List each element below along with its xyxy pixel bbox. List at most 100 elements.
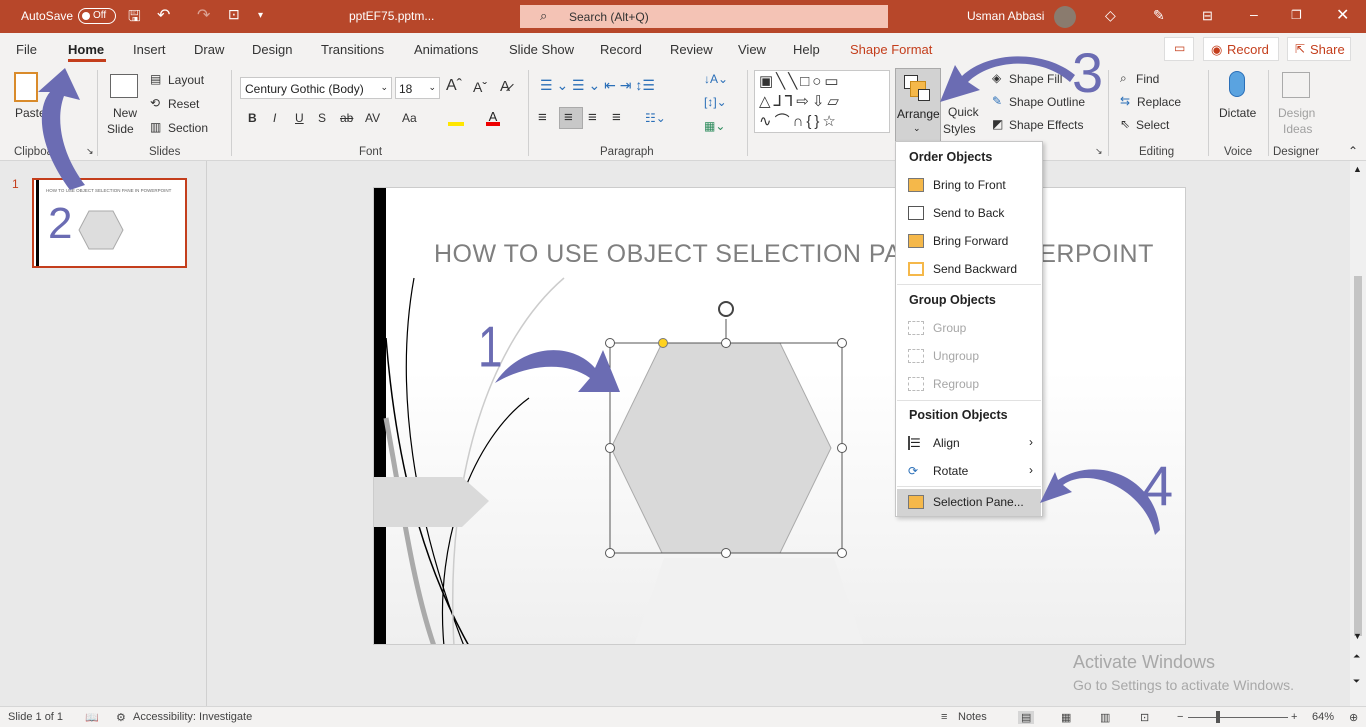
clipboard-launcher-icon[interactable]: ↘ — [86, 146, 94, 157]
new-slide-icon[interactable] — [110, 74, 138, 98]
shape-outline-button[interactable]: Shape Outline — [1009, 95, 1085, 109]
diamond-icon[interactable]: ◇ — [1105, 7, 1116, 24]
menu-item-align[interactable]: ☰ Align › — [897, 430, 1041, 456]
section-button[interactable]: Section — [168, 121, 208, 135]
menu-item-selection-pane[interactable]: Selection Pane... — [897, 489, 1041, 516]
menu-item-rotate[interactable]: ⟳ Rotate › — [897, 458, 1041, 484]
tab-insert[interactable]: Insert — [133, 42, 166, 57]
italic-button[interactable]: I — [273, 111, 276, 125]
slideshow-icon[interactable]: ⊡ — [1140, 711, 1149, 724]
bold-button[interactable]: B — [248, 111, 257, 125]
increase-font-icon[interactable]: Aˆ — [446, 77, 462, 95]
slide-canvas[interactable]: HOW TO USE OBJECT SELECTION PANE IN POWE… — [373, 187, 1186, 645]
paste-button[interactable]: Paste — [15, 106, 46, 120]
notes-icon[interactable]: ≡ — [941, 711, 947, 723]
tab-transitions[interactable]: Transitions — [321, 42, 384, 57]
customize-qat-icon[interactable]: ▾ — [258, 10, 263, 21]
replace-button[interactable]: Replace — [1137, 95, 1181, 109]
vertical-scrollbar[interactable]: ▲ ▼ ⏶ ⏷ — [1350, 161, 1366, 706]
zoom-slider-thumb[interactable] — [1216, 711, 1220, 723]
slide-thumbnail[interactable]: HOW TO USE OBJECT SELECTION PANE IN POWE… — [32, 178, 187, 268]
quick-styles-label-2[interactable]: Styles — [943, 122, 976, 136]
microphone-icon[interactable] — [1229, 71, 1245, 97]
tab-review[interactable]: Review — [670, 42, 713, 57]
menu-item-bring-to-front[interactable]: Bring to Front — [897, 172, 1041, 198]
collapse-ribbon-icon[interactable]: ⌃ — [1348, 144, 1358, 158]
font-color-icon[interactable]: A — [486, 109, 500, 126]
minimize-icon[interactable]: – — [1250, 6, 1258, 22]
underline-button[interactable]: U — [295, 111, 304, 125]
zoom-in-button[interactable]: + — [1291, 711, 1297, 723]
save-icon[interactable]: 🖫 — [128, 6, 141, 31]
change-case-button[interactable]: Aa — [402, 111, 417, 125]
slide-sorter-icon[interactable]: ▦ — [1061, 711, 1071, 724]
zoom-out-button[interactable]: − — [1177, 711, 1183, 723]
redo-icon[interactable]: ↷ — [197, 5, 210, 25]
selected-hexagon[interactable] — [599, 293, 849, 573]
tab-draw[interactable]: Draw — [194, 42, 224, 57]
new-slide-label-1[interactable]: New — [113, 106, 137, 120]
tab-record[interactable]: Record — [600, 42, 642, 57]
pen-icon[interactable]: ✎ — [1153, 7, 1165, 24]
text-direction-icon[interactable]: ↓A⌄ — [704, 72, 728, 86]
tab-shape-format[interactable]: Shape Format — [850, 42, 932, 57]
quick-styles-label-1[interactable]: Quick — [948, 105, 979, 119]
zoom-slider[interactable] — [1188, 717, 1288, 718]
smartart-icon[interactable]: ▦⌄ — [704, 119, 725, 133]
tab-design[interactable]: Design — [252, 42, 292, 57]
menu-item-send-to-back[interactable]: Send to Back — [897, 200, 1041, 226]
scroll-thumb[interactable] — [1354, 276, 1362, 636]
zoom-level[interactable]: 64% — [1312, 711, 1334, 723]
accessibility-icon[interactable]: ⚙ — [116, 711, 126, 724]
tab-file[interactable]: File — [16, 42, 37, 57]
find-button[interactable]: Find — [1136, 72, 1159, 86]
tab-home[interactable]: Home — [68, 42, 104, 57]
character-spacing-button[interactable]: AV — [365, 111, 380, 125]
record-button[interactable]: ◉ Record — [1203, 37, 1279, 61]
comments-button[interactable]: ▭ — [1164, 37, 1194, 61]
bullets-icon[interactable]: ☰ ⌄ ☰ ⌄ ⇤ ⇥ ↕☰ — [540, 77, 655, 94]
tab-animations[interactable]: Animations — [414, 42, 478, 57]
menu-item-bring-forward[interactable]: Bring Forward — [897, 228, 1041, 254]
share-button[interactable]: ⇱ Share — [1287, 37, 1351, 61]
new-slide-label-2[interactable]: Slide — [107, 122, 134, 136]
close-icon[interactable]: ✕ — [1336, 5, 1349, 25]
shapes-gallery[interactable]: ▣╲╲□○▭ △⅃⅂⇨⇩▱ ∿⌒∩{}☆ — [754, 70, 890, 133]
normal-view-icon[interactable]: ▤ — [1018, 711, 1035, 724]
fit-to-window-icon[interactable]: ⊕ — [1349, 711, 1358, 724]
align-right-icon[interactable]: ≡ — [588, 109, 597, 126]
avatar[interactable] — [1054, 6, 1076, 28]
tab-view[interactable]: View — [738, 42, 766, 57]
strikethrough-button[interactable]: ab — [340, 111, 353, 125]
font-size-select[interactable]: 18 ⌄ — [395, 77, 440, 99]
clear-formatting-icon[interactable]: A̷ — [500, 78, 510, 95]
tab-help[interactable]: Help — [793, 42, 820, 57]
autosave-toggle[interactable]: Off — [78, 8, 116, 24]
justify-icon[interactable]: ≡ — [612, 109, 621, 126]
shape-effects-button[interactable]: Shape Effects — [1009, 118, 1084, 132]
shape-fill-button[interactable]: Shape Fill — [1009, 72, 1062, 86]
undo-icon[interactable]: ↶ — [157, 5, 170, 25]
previous-slide-icon[interactable]: ⏶ — [1353, 651, 1360, 662]
slide-title[interactable]: HOW TO USE OBJECT SELECTION PANE IN POWE… — [434, 240, 1154, 269]
font-name-select[interactable]: Century Gothic (Body) ⌄ — [240, 77, 392, 99]
spelling-icon[interactable]: 📖 — [85, 711, 99, 724]
present-icon[interactable]: ⊡ — [228, 6, 240, 23]
align-left-icon[interactable]: ≡ — [538, 109, 547, 126]
accessibility-status[interactable]: Accessibility: Investigate — [133, 711, 252, 723]
scroll-up-icon[interactable]: ▲ — [1353, 164, 1362, 174]
highlight-icon[interactable] — [448, 112, 464, 126]
menu-item-send-backward[interactable]: Send Backward — [897, 256, 1041, 282]
reset-button[interactable]: Reset — [168, 97, 199, 111]
shapes-icons[interactable]: ▣╲╲□○▭ △⅃⅂⇨⇩▱ ∿⌒∩{}☆ — [759, 72, 842, 132]
user-name[interactable]: Usman Abbasi — [967, 9, 1044, 23]
layout-button[interactable]: Layout — [168, 73, 204, 87]
drawing-launcher-icon[interactable]: ↘ — [1095, 146, 1103, 157]
tab-slide-show[interactable]: Slide Show — [509, 42, 574, 57]
restore-icon[interactable]: ❐ — [1291, 8, 1302, 22]
search-box[interactable]: ⌕ Search (Alt+Q) — [520, 5, 888, 28]
dictate-button[interactable]: Dictate — [1219, 106, 1256, 120]
align-text-icon[interactable]: [↕]⌄ — [704, 95, 727, 109]
columns-icon[interactable]: ☷⌄ — [645, 111, 666, 125]
notes-button[interactable]: Notes — [958, 711, 987, 723]
